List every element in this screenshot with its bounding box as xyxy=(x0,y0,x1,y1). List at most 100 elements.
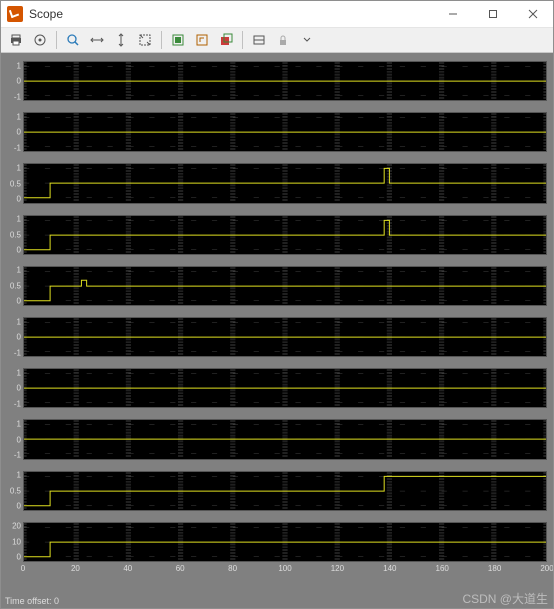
app-icon xyxy=(7,6,23,22)
y-tick-label: 0 xyxy=(17,502,21,511)
y-axis-labels: -1 0 1 xyxy=(1,317,23,357)
plot-stack: -101-10100.5100.5100.51-101-101-10100.51… xyxy=(1,61,547,562)
subplot-9: 00.51 xyxy=(1,471,547,511)
y-tick-label: 0 xyxy=(17,297,21,306)
toolbar-sep xyxy=(56,31,57,49)
close-button[interactable] xyxy=(513,1,553,27)
subplot-2: -1 0 1 xyxy=(1,112,547,152)
y-tick-label: 1 xyxy=(17,112,21,121)
scope-window: Scope -101-10100.5100.5100.51-101-101-10… xyxy=(0,0,554,609)
window-title: Scope xyxy=(29,7,433,21)
axes[interactable] xyxy=(23,317,547,357)
subplot-1: -1 0 1 xyxy=(1,61,547,101)
axes[interactable] xyxy=(23,419,547,459)
y-tick-label: 1 xyxy=(17,420,21,429)
axes[interactable] xyxy=(23,112,547,152)
time-offset-label: Time offset: xyxy=(5,596,52,606)
y-axis-labels: 00.51 xyxy=(1,163,23,203)
print-icon[interactable] xyxy=(5,29,27,51)
y-tick-label: -1 xyxy=(14,92,21,101)
y-tick-label: 1 xyxy=(17,317,21,326)
axes[interactable] xyxy=(23,266,547,306)
x-tick-label: 60 xyxy=(176,564,185,573)
subplot-4: 00.51 xyxy=(1,215,547,255)
y-tick-label: 0.5 xyxy=(10,281,21,290)
zoom-y-icon[interactable] xyxy=(110,29,132,51)
x-tick-label: 200 xyxy=(540,564,553,573)
dropdown-icon[interactable] xyxy=(296,29,318,51)
axes[interactable] xyxy=(23,163,547,203)
subplot-10: 0 10 20 xyxy=(1,522,547,562)
y-tick-label: 1 xyxy=(17,215,21,224)
y-tick-label: 0 xyxy=(17,553,21,562)
toolbar-sep xyxy=(242,31,243,49)
scope-body: -101-10100.5100.5100.51-101-101-10100.51… xyxy=(1,53,553,594)
y-tick-label: 1 xyxy=(17,266,21,275)
x-tick-label: 20 xyxy=(71,564,80,573)
y-tick-label: 1 xyxy=(17,368,21,377)
axes[interactable] xyxy=(23,61,547,101)
y-tick-label: 0 xyxy=(17,128,21,137)
y-tick-label: 1 xyxy=(17,61,21,70)
minimize-button[interactable] xyxy=(433,1,473,27)
float-icon[interactable] xyxy=(215,29,237,51)
y-axis-labels: -1 0 1 xyxy=(1,368,23,408)
signal-selector-icon[interactable] xyxy=(248,29,270,51)
subplot-3: 00.51 xyxy=(1,163,547,203)
y-tick-label: 0 xyxy=(17,77,21,86)
x-axis: 020406080100120140160180200 xyxy=(23,564,547,574)
status-bar: Time offset: 0 xyxy=(1,594,553,608)
y-tick-label: 0 xyxy=(17,194,21,203)
y-tick-label: 20 xyxy=(12,522,21,531)
y-axis-labels: 0 10 20 xyxy=(1,522,23,562)
y-tick-label: 0.5 xyxy=(10,486,21,495)
window-controls xyxy=(433,1,553,27)
subplot-8: -1 0 1 xyxy=(1,419,547,459)
axes[interactable] xyxy=(23,522,547,562)
y-tick-label: -1 xyxy=(14,348,21,357)
y-axis-labels: 00.51 xyxy=(1,471,23,511)
x-tick-label: 140 xyxy=(383,564,396,573)
subplot-5: 00.51 xyxy=(1,266,547,306)
y-tick-label: -1 xyxy=(14,450,21,459)
y-axis-labels: -1 0 1 xyxy=(1,61,23,101)
y-tick-label: 0 xyxy=(17,246,21,255)
y-tick-label: 1 xyxy=(17,471,21,480)
x-tick-label: 80 xyxy=(228,564,237,573)
x-tick-label: 160 xyxy=(436,564,449,573)
y-tick-label: 0.5 xyxy=(10,179,21,188)
toolbar xyxy=(1,28,553,53)
y-axis-labels: -1 0 1 xyxy=(1,112,23,152)
y-tick-label: 10 xyxy=(12,537,21,546)
x-tick-label: 180 xyxy=(488,564,501,573)
y-axis-labels: -1 0 1 xyxy=(1,419,23,459)
x-tick-label: 100 xyxy=(278,564,291,573)
y-axis-labels: 00.51 xyxy=(1,266,23,306)
save-axes-icon[interactable] xyxy=(167,29,189,51)
y-tick-label: 0.5 xyxy=(10,230,21,239)
restore-axes-icon[interactable] xyxy=(191,29,213,51)
subplot-6: -1 0 1 xyxy=(1,317,547,357)
y-tick-label: 0 xyxy=(17,333,21,342)
maximize-button[interactable] xyxy=(473,1,513,27)
zoom-in-icon[interactable] xyxy=(62,29,84,51)
toolbar-sep xyxy=(161,31,162,49)
x-tick-label: 0 xyxy=(21,564,25,573)
params-icon[interactable] xyxy=(29,29,51,51)
autoscale-icon[interactable] xyxy=(134,29,156,51)
time-offset-value: 0 xyxy=(54,596,59,606)
titlebar: Scope xyxy=(1,1,553,28)
subplot-7: -1 0 1 xyxy=(1,368,547,408)
lock-icon[interactable] xyxy=(272,29,294,51)
y-tick-label: 0 xyxy=(17,384,21,393)
y-tick-label: -1 xyxy=(14,399,21,408)
axes[interactable] xyxy=(23,215,547,255)
x-tick-label: 40 xyxy=(123,564,132,573)
y-tick-label: 0 xyxy=(17,435,21,444)
y-tick-label: -1 xyxy=(14,143,21,152)
y-axis-labels: 00.51 xyxy=(1,215,23,255)
axes[interactable] xyxy=(23,471,547,511)
zoom-x-icon[interactable] xyxy=(86,29,108,51)
x-tick-label: 120 xyxy=(331,564,344,573)
axes[interactable] xyxy=(23,368,547,408)
